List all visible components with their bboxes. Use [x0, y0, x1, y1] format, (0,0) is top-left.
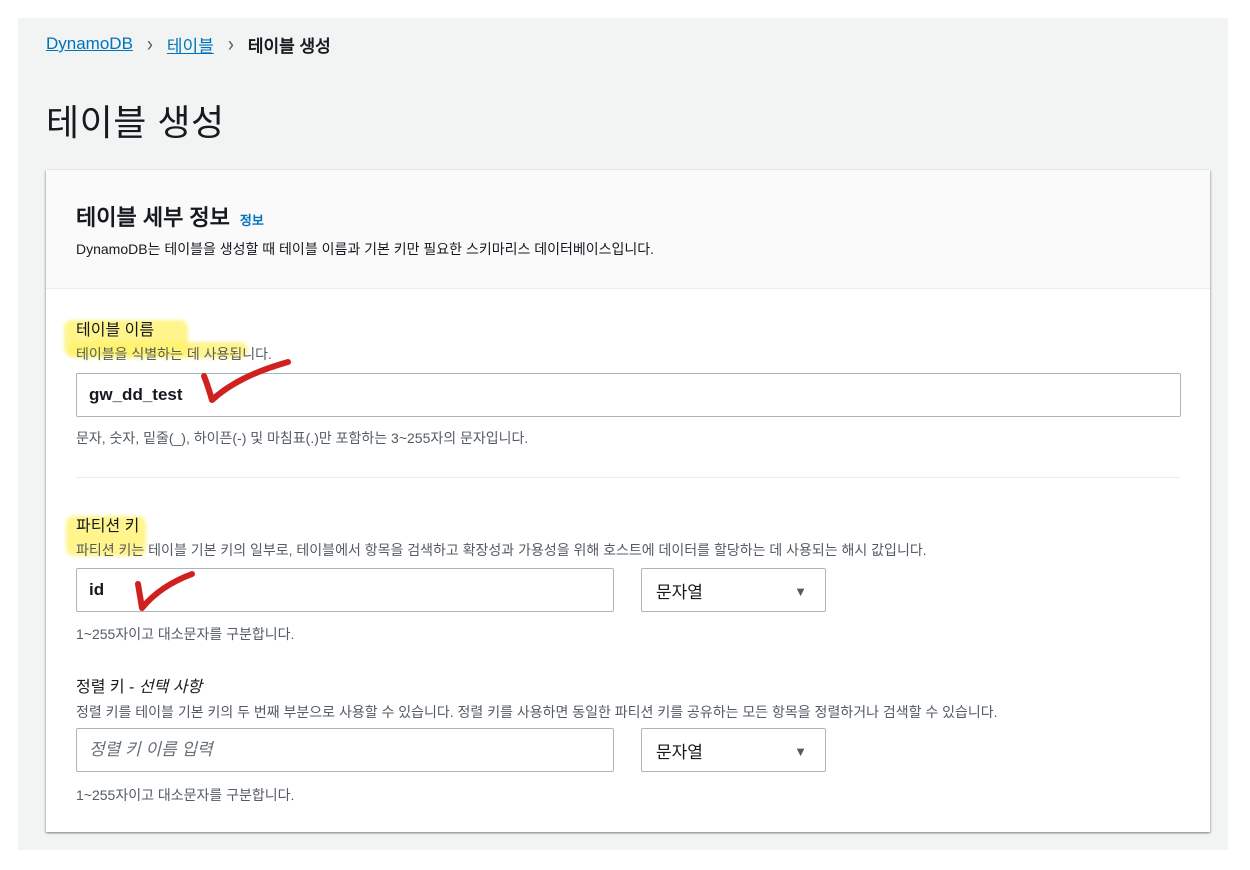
breadcrumb-current: 테이블 생성	[247, 36, 331, 56]
sort-key-label-text: 정렬 키 -	[76, 679, 139, 696]
partition-key-label: 파티션 키	[76, 518, 140, 535]
caret-down-icon: ▼	[794, 744, 807, 759]
card-header: 테이블 세부 정보 정보 DynamoDB는 테이블을 생성할 때 테이블 이름…	[46, 170, 1210, 289]
sort-key-input[interactable]	[76, 728, 614, 772]
sort-key-label: 정렬 키 - 선택 사항	[76, 673, 202, 697]
sort-key-description: 정렬 키를 테이블 기본 키의 두 번째 부분으로 사용할 수 있습니다. 정렬…	[76, 704, 998, 720]
breadcrumb-tables-link[interactable]: 테이블	[167, 32, 214, 57]
partition-key-type-select[interactable]: 문자열 ▼	[641, 568, 826, 612]
table-name-constraint: 문자, 숫자, 밑줄(_), 하이픈(-) 및 마침표(.)만 포함하는 3~2…	[76, 430, 529, 446]
table-name-description: 테이블을 식별하는 데 사용됩니다.	[76, 346, 272, 362]
section-divider	[76, 477, 1180, 478]
partition-key-description: 파티션 키는 테이블 기본 키의 일부로, 테이블에서 항목을 검색하고 확장성…	[76, 542, 927, 558]
table-name-label: 테이블 이름	[76, 322, 155, 339]
breadcrumb: DynamoDB › 테이블 › 테이블 생성	[46, 31, 331, 57]
sort-key-type-select[interactable]: 문자열 ▼	[641, 728, 826, 772]
card-title-text: 테이블 세부 정보	[76, 205, 230, 230]
table-details-card: 테이블 세부 정보 정보 DynamoDB는 테이블을 생성할 때 테이블 이름…	[46, 170, 1210, 832]
card-description: DynamoDB는 테이블을 생성할 때 테이블 이름과 기본 키만 필요한 스…	[76, 241, 655, 257]
partition-key-constraint: 1~255자이고 대소문자를 구분합니다.	[76, 626, 295, 642]
sort-key-constraint: 1~255자이고 대소문자를 구분합니다.	[76, 787, 295, 803]
info-link[interactable]: 정보	[240, 210, 264, 229]
sort-key-optional-text: 선택 사항	[138, 679, 203, 696]
breadcrumb-dynamodb-link[interactable]: DynamoDB	[46, 34, 133, 54]
partition-key-input[interactable]	[76, 568, 614, 612]
partition-key-type-value: 문자열	[656, 582, 703, 602]
caret-down-icon: ▼	[794, 584, 807, 599]
sort-key-type-value: 문자열	[656, 742, 703, 762]
card-title: 테이블 세부 정보 정보	[76, 200, 264, 232]
chevron-right-icon: ›	[227, 31, 234, 56]
page-title: 테이블 생성	[46, 102, 225, 143]
chevron-right-icon: ›	[146, 31, 153, 56]
table-name-input[interactable]	[76, 373, 1181, 417]
